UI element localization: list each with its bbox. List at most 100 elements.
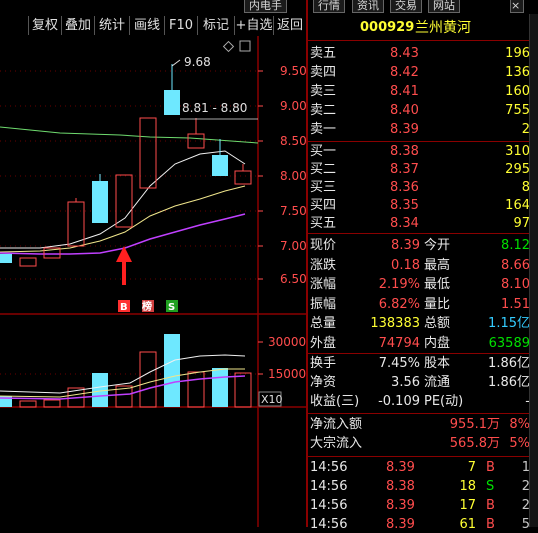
add-watchlist-button[interactable]: +自选 <box>235 16 274 35</box>
bid-row[interactable]: 买五 8.34 97 <box>308 215 538 232</box>
quote-label: 涨幅 <box>310 277 337 292</box>
ask-label: 卖三 <box>310 84 337 99</box>
tick-time: 14:56 <box>310 498 348 513</box>
menu-item-trade-hand[interactable]: 内电手 <box>244 0 287 13</box>
bid-row[interactable]: 买一 8.38 310 <box>308 143 538 160</box>
bid-price: 8.35 <box>390 198 419 213</box>
flow-label: 大宗流入 <box>310 436 363 451</box>
tick-time: 14:56 <box>310 517 348 532</box>
quote-label: 现价 <box>310 238 337 253</box>
fund-label: 净资 <box>310 375 337 390</box>
bid-volume: 310 <box>505 144 530 159</box>
bid-row[interactable]: 买三 8.36 8 <box>308 179 538 196</box>
fundamentals-row[interactable]: 换手 7.45% 股本 1.86亿 <box>308 355 538 372</box>
quote-row[interactable]: 振幅 6.82% 量比 1.51 <box>308 296 538 313</box>
tick-price: 8.39 <box>386 517 415 532</box>
quote-value: 1.15亿 <box>488 316 530 331</box>
chart-options-icon[interactable] <box>222 40 251 53</box>
menu-item-news[interactable]: 资讯 <box>352 0 384 13</box>
tick-side: B <box>486 498 495 513</box>
quote-label: 最低 <box>424 277 451 292</box>
tick-volume: 18 <box>459 479 476 494</box>
tick-volume: 17 <box>459 498 476 513</box>
menu-item-quotes[interactable]: 行情 <box>313 0 345 13</box>
close-icon[interactable]: × <box>510 0 524 13</box>
fundamentals-row[interactable]: 净资 3.56 流通 1.86亿 <box>308 374 538 391</box>
tick-row[interactable]: 14:56 8.39 61 B 5 <box>308 516 538 533</box>
price-axis-label: 7.00 <box>280 239 306 253</box>
overlay-button[interactable]: 叠加 <box>62 16 95 35</box>
fund-label: PE(动) <box>424 394 464 409</box>
ma-white-line <box>0 150 246 249</box>
tick-row[interactable]: 14:56 8.39 17 B 2 <box>308 497 538 514</box>
ask-row[interactable]: 卖一 8.39 2 <box>308 121 538 138</box>
mark-button[interactable]: 标记 <box>198 16 235 35</box>
flow-percent: 8% <box>509 417 530 432</box>
right-scrollbar[interactable] <box>529 14 538 527</box>
ma-yellow-line <box>0 185 246 253</box>
tick-volume: 61 <box>459 517 476 532</box>
quote-value: 2.19% <box>378 277 420 292</box>
fundamentals-row[interactable]: 收益(三) -0.109 PE(动) - <box>308 393 538 410</box>
fund-label: 股本 <box>424 356 451 371</box>
quote-label: 量比 <box>424 296 451 312</box>
bid-price: 8.38 <box>390 144 419 159</box>
price-axis-label: 8.50 <box>280 134 306 148</box>
flow-row[interactable]: 净流入额 955.1万 8% <box>308 416 538 433</box>
quote-row[interactable]: 涨幅 2.19% 最低 8.10 <box>308 276 538 293</box>
ask-volume: 136 <box>505 65 530 80</box>
price-axis-label: 9.00 <box>280 99 306 113</box>
volume-axis-label: 15000 <box>268 367 306 381</box>
volume-scale-label: X10 <box>261 393 283 406</box>
bid-row[interactable]: 买四 8.35 164 <box>308 197 538 214</box>
flow-label: 净流入额 <box>310 417 363 432</box>
volume-ma-yellow <box>0 368 245 398</box>
quote-row[interactable]: 现价 8.39 今开 8.12 <box>308 237 538 254</box>
price-axis-label: 7.50 <box>280 204 306 218</box>
quote-value: 63589 <box>488 335 530 351</box>
quote-value: 8.66 <box>501 257 530 273</box>
statistics-button[interactable]: 统计 <box>95 16 130 35</box>
draw-line-button[interactable]: 画线 <box>130 16 165 35</box>
menu-item-website[interactable]: 网站 <box>428 0 460 13</box>
bid-row[interactable]: 买二 8.37 295 <box>308 161 538 178</box>
quote-value: 74794 <box>378 335 420 351</box>
ask-row[interactable]: 卖四 8.42 136 <box>308 64 538 81</box>
fund-value: 1.86亿 <box>488 356 530 371</box>
flow-row[interactable]: 大宗流入 565.8万 5% <box>308 435 538 452</box>
menu-item-trading[interactable]: 交易 <box>390 0 422 13</box>
bid-label: 买一 <box>310 144 337 159</box>
high-annotation: 9.68 <box>184 55 211 69</box>
ask-price: 8.39 <box>390 122 419 137</box>
fund-label: 流通 <box>424 375 451 390</box>
ask-row[interactable]: 卖二 8.40 755 <box>308 102 538 119</box>
f10-button[interactable]: F10 <box>165 16 198 35</box>
ask-row[interactable]: 卖五 8.43 196 <box>308 45 538 62</box>
quote-row[interactable]: 涨跌 0.18 最高 8.66 <box>308 257 538 274</box>
flow-value: 955.1万 <box>449 417 500 432</box>
bid-label: 买四 <box>310 198 337 213</box>
tick-side: B <box>486 517 495 532</box>
ask-row[interactable]: 卖三 8.41 160 <box>308 83 538 100</box>
fund-value: -0.109 <box>378 394 420 409</box>
quote-row[interactable]: 外盘 74794 内盘 63589 <box>308 335 538 352</box>
tick-price: 8.39 <box>386 498 415 513</box>
quote-panel: 000929 兰州黄河 卖五 8.43 196 卖四 8.42 136 卖三 8.41 160 卖… <box>308 14 538 532</box>
kline-chart[interactable]: 9.50 9.00 8.50 8.00 7.50 7.00 6.50 9.68 … <box>0 36 306 527</box>
back-button[interactable]: 返回 <box>274 16 306 35</box>
tick-row[interactable]: 14:56 8.38 18 S 2 <box>308 478 538 495</box>
tick-volume: 7 <box>467 460 476 475</box>
bid-label: 买三 <box>310 180 337 195</box>
quote-row[interactable]: 总量 138383 总额 1.15亿 <box>308 315 538 332</box>
quote-value: 138383 <box>370 316 420 331</box>
adjust-rights-button[interactable]: 复权 <box>29 16 62 35</box>
ask-price: 8.43 <box>390 46 419 61</box>
quote-value: 8.10 <box>501 277 530 292</box>
bid-price: 8.36 <box>390 180 419 195</box>
fund-label: 换手 <box>310 356 337 371</box>
tick-price: 8.39 <box>386 460 415 475</box>
tick-row[interactable]: 14:56 8.39 7 B 1 <box>308 459 538 476</box>
ask-volume: 160 <box>505 84 530 99</box>
price-axis-label: 9.50 <box>280 64 306 78</box>
quote-value: 0.18 <box>391 257 420 273</box>
